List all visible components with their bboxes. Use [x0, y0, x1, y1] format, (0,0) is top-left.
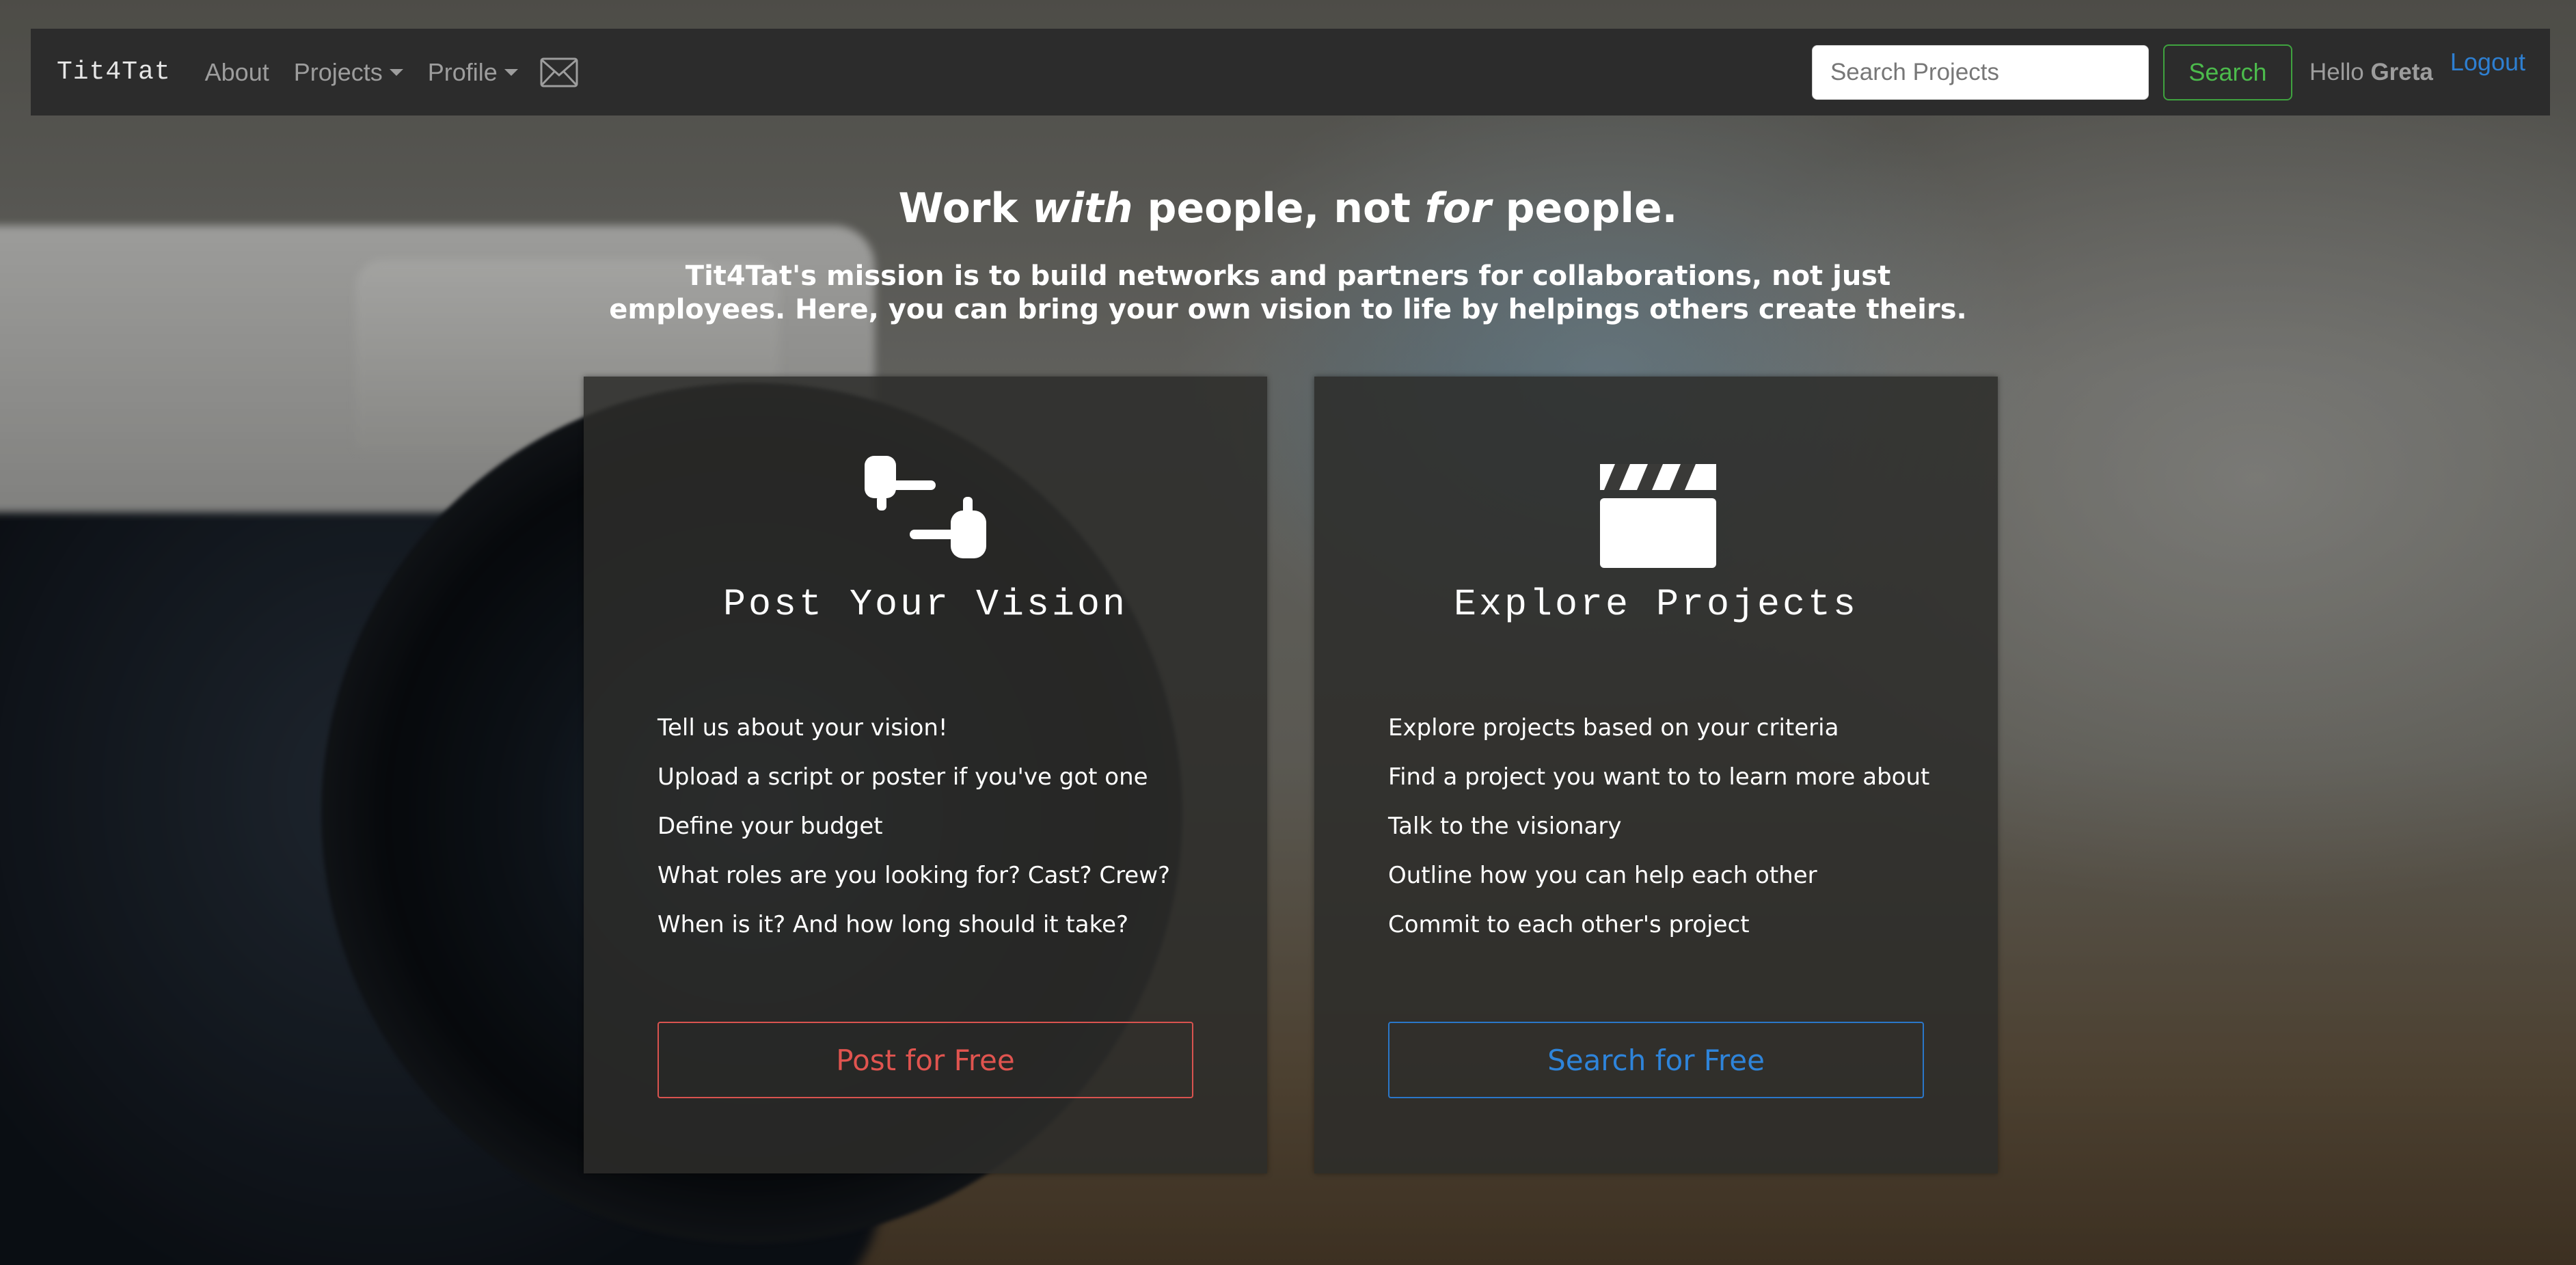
- user-greeting: Hello Greta: [2309, 59, 2433, 86]
- hero-title: Work with people, not for people.: [0, 185, 2576, 232]
- search-button[interactable]: Search: [2163, 44, 2292, 100]
- clapperboard-icon: [1600, 464, 1716, 568]
- nav-profile-dropdown[interactable]: Profile: [428, 58, 518, 87]
- logout-link[interactable]: Logout: [2450, 48, 2525, 77]
- explore-projects-card: Explore Projects Explore projects based …: [1314, 377, 1998, 1173]
- list-item: Talk to the visionary: [1388, 813, 1622, 840]
- hero-title-with: with: [1032, 185, 1133, 232]
- user-name: Greta: [2370, 58, 2433, 85]
- envelope-icon[interactable]: [540, 57, 578, 87]
- list-item: Outline how you can help each other: [1388, 862, 1817, 889]
- list-item: Upload a script or poster if you've got …: [657, 763, 1148, 791]
- post-vision-steps: Tell us about your vision! Upload a scri…: [657, 703, 1170, 949]
- hero-title-part3: people.: [1491, 185, 1678, 232]
- list-item: When is it? And how long should it take?: [657, 911, 1129, 938]
- explore-projects-title: Explore Projects: [1453, 583, 1859, 626]
- search-for-free-button[interactable]: Search for Free: [1388, 1022, 1924, 1098]
- caret-down-icon: [504, 68, 518, 76]
- hero-title-for: for: [1424, 185, 1491, 232]
- post-vision-title: Post Your Vision: [722, 583, 1128, 626]
- brand-logo[interactable]: Tit4Tat: [57, 57, 171, 87]
- list-item: Commit to each other's project: [1388, 911, 1750, 938]
- list-item: Find a project you want to to learn more…: [1388, 763, 1930, 791]
- greeting-prefix: Hello: [2309, 58, 2364, 85]
- navbar-right: Search Hello Greta Logout: [1811, 29, 2550, 115]
- nav-profile-label: Profile: [427, 57, 498, 86]
- caret-down-icon: [389, 68, 403, 76]
- hero-title-part1: Work: [898, 185, 1033, 232]
- list-item: What roles are you looking for? Cast? Cr…: [657, 862, 1171, 889]
- nav-projects-dropdown[interactable]: Projects: [294, 58, 403, 87]
- hero-title-part2: people, not: [1133, 185, 1425, 232]
- list-item: Define your budget: [657, 813, 883, 840]
- list-item: Tell us about your vision!: [657, 714, 948, 742]
- nav-projects-label: Projects: [293, 57, 383, 86]
- nav-about[interactable]: About: [205, 58, 269, 87]
- explore-projects-steps: Explore projects based on your criteria …: [1388, 703, 1929, 949]
- top-navbar: Tit4Tat About Projects Profile Search He…: [31, 29, 2550, 115]
- post-for-free-button[interactable]: Post for Free: [657, 1022, 1193, 1098]
- post-vision-card: Post Your Vision Tell us about your visi…: [584, 377, 1267, 1173]
- search-input[interactable]: [1811, 44, 2149, 100]
- pointing-hands-icon: [865, 456, 986, 558]
- list-item: Explore projects based on your criteria: [1388, 714, 1839, 742]
- hero-subtitle: Tit4Tat's mission is to build networks a…: [609, 260, 1967, 325]
- nav-about-label: About: [204, 57, 269, 86]
